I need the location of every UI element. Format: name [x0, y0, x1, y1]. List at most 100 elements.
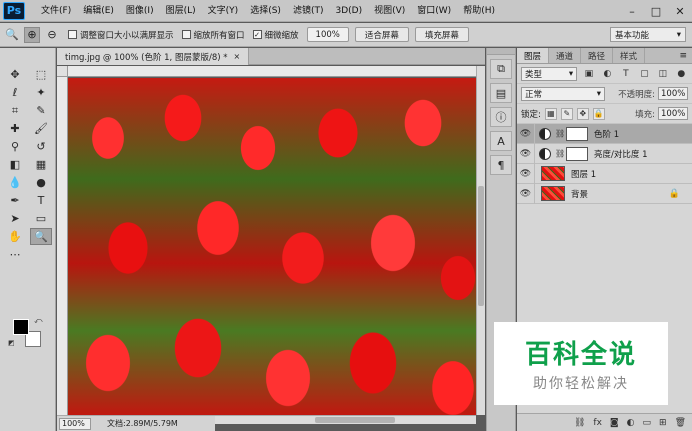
document-size-info[interactable]: 文档:2.89M/5.79M [107, 418, 178, 429]
layer-brightness-contrast-1[interactable]: 👁 ⛓ 亮度/对比度 1 [517, 143, 692, 164]
vertical-scrollbar[interactable] [476, 66, 485, 415]
menu-file[interactable]: 文件(F) [35, 0, 77, 22]
move-tool-icon[interactable]: ✥ [4, 66, 26, 83]
layer-levels-1[interactable]: 👁 ⛓ 色阶 1 [517, 123, 692, 144]
delete-layer-icon[interactable]: 🗑 [675, 418, 686, 428]
brush-tool-icon[interactable]: 🖌 [30, 120, 52, 137]
menu-image[interactable]: 图像(I) [120, 0, 160, 22]
horizontal-scroll-thumb[interactable] [315, 417, 395, 423]
marquee-tool-icon[interactable]: ⬚ [30, 66, 52, 83]
vertical-scroll-thumb[interactable] [478, 186, 484, 306]
zoom-out-icon[interactable]: ⊖ [44, 27, 60, 43]
menu-help[interactable]: 帮助(H) [457, 0, 501, 22]
tab-channels[interactable]: 通道 [549, 48, 582, 63]
foreground-color-swatch[interactable] [13, 319, 29, 335]
crop-tool-icon[interactable]: ⌗ [4, 102, 26, 119]
default-colors-icon[interactable]: ◩ [8, 339, 15, 347]
workspace-select[interactable]: 基本功能 ▾ [610, 27, 686, 42]
layer-filter-select[interactable]: 类型 ▾ [521, 66, 578, 81]
resize-windows-checkbox[interactable] [68, 30, 77, 39]
magic-wand-tool-icon[interactable]: ✦ [30, 84, 52, 101]
zoom-100-button[interactable]: 100% [306, 27, 349, 42]
zoom-tool-icon[interactable]: 🔍 [30, 228, 52, 245]
layer-mask-thumbnail[interactable] [566, 126, 588, 141]
layer-style-icon[interactable]: fx [593, 418, 602, 428]
visibility-eye-icon[interactable]: 👁 [517, 143, 535, 164]
menu-layer[interactable]: 图层(L) [160, 0, 202, 22]
visibility-eye-icon[interactable]: 👁 [517, 123, 535, 144]
visibility-eye-icon[interactable]: 👁 [517, 183, 535, 204]
path-selection-tool-icon[interactable]: ➤ [4, 210, 26, 227]
menu-edit[interactable]: 编辑(E) [77, 0, 120, 22]
tab-layers[interactable]: 图层 [517, 48, 550, 63]
eyedropper-tool-icon[interactable]: ✎ [30, 102, 52, 119]
fill-field[interactable]: 100% [658, 107, 688, 120]
zoom-in-icon[interactable]: ⊕ [24, 26, 40, 43]
type-tool-icon[interactable]: T [30, 192, 52, 209]
fill-screen-button[interactable]: 填充屏幕 [414, 27, 469, 42]
lock-position-icon[interactable]: ✥ [576, 107, 589, 120]
info-panel-icon[interactable]: ⓘ [490, 107, 512, 127]
hand-tool-icon[interactable]: ✋ [4, 228, 26, 245]
panel-grip[interactable] [487, 48, 515, 55]
blend-mode-select[interactable]: 正常 ▾ [521, 86, 605, 101]
horizontal-ruler[interactable] [68, 66, 476, 77]
zoom-tool-preset-icon[interactable]: 🔍 [4, 27, 20, 43]
new-layer-icon[interactable]: ⊞ [659, 418, 667, 428]
menu-3d[interactable]: 3D(D) [329, 0, 368, 22]
vertical-ruler[interactable] [57, 77, 68, 415]
pixel-filter-icon[interactable]: ▣ [582, 67, 595, 81]
gradient-tool-icon[interactable]: ▦ [30, 156, 52, 173]
zoom-all-checkbox[interactable] [181, 30, 191, 39]
filter-toggle-icon[interactable]: ● [675, 67, 688, 81]
visibility-eye-icon[interactable]: 👁 [517, 163, 535, 184]
more-tools-icon[interactable]: ⋯ [4, 246, 26, 263]
type-filter-icon[interactable]: T [619, 67, 632, 81]
new-adjustment-icon[interactable]: ◐ [627, 418, 635, 428]
dodge-tool-icon[interactable]: ● [30, 174, 52, 191]
menu-select[interactable]: 选择(S) [244, 0, 287, 22]
lock-all-icon[interactable]: 🔒 [592, 107, 605, 120]
clone-stamp-tool-icon[interactable]: ⚲ [4, 138, 26, 155]
menu-window[interactable]: 窗口(W) [411, 0, 457, 22]
layer-mask-thumbnail[interactable] [566, 146, 588, 161]
tab-paths[interactable]: 路径 [581, 48, 614, 63]
add-mask-icon[interactable]: ◙ [610, 418, 619, 428]
lasso-tool-icon[interactable]: ℓ [4, 84, 26, 101]
eraser-tool-icon[interactable]: ◧ [4, 156, 26, 173]
ruler-origin[interactable] [57, 66, 68, 77]
link-icon[interactable]: ⛓ [555, 129, 565, 138]
pen-tool-icon[interactable]: ✒ [4, 192, 26, 209]
history-panel-icon[interactable]: ⧉ [490, 59, 512, 79]
new-group-icon[interactable]: ▭ [643, 418, 652, 428]
panel-menu-icon[interactable]: ≡ [679, 48, 692, 63]
swap-colors-icon[interactable]: ⤺ [34, 316, 43, 326]
tulip-image-canvas[interactable] [68, 78, 476, 415]
layer-1[interactable]: 👁 图层 1 [517, 163, 692, 184]
menu-type[interactable]: 文字(Y) [202, 0, 245, 22]
blur-tool-icon[interactable]: 💧 [4, 174, 26, 191]
link-icon[interactable]: ⛓ [555, 149, 565, 158]
close-document-icon[interactable]: × [234, 52, 241, 61]
adjustment-filter-icon[interactable]: ◐ [601, 67, 614, 81]
menu-filter[interactable]: 滤镜(T) [287, 0, 330, 22]
scrubby-zoom-checkbox[interactable]: ✓ [252, 30, 262, 39]
zoom-level-field[interactable]: 100% [59, 417, 91, 430]
minimize-button[interactable]: – [620, 0, 644, 22]
paragraph-panel-icon[interactable]: ¶ [490, 155, 512, 175]
properties-panel-icon[interactable]: ▤ [490, 83, 512, 103]
close-button[interactable]: ✕ [668, 0, 692, 22]
lock-image-icon[interactable]: ✎ [560, 107, 573, 120]
shape-tool-icon[interactable]: ▭ [30, 210, 52, 227]
smart-object-filter-icon[interactable]: ◫ [656, 67, 669, 81]
maximize-button[interactable]: □ [644, 0, 668, 22]
shape-filter-icon[interactable]: ▢ [638, 67, 651, 81]
horizontal-scrollbar[interactable] [215, 415, 476, 424]
history-brush-tool-icon[interactable]: ↺ [30, 138, 52, 155]
document-tab[interactable]: timg.jpg @ 100% (色阶 1, 图层蒙版/8) * × [57, 48, 250, 65]
tab-styles[interactable]: 样式 [613, 48, 646, 63]
character-panel-icon[interactable]: A [490, 131, 512, 151]
healing-brush-tool-icon[interactable]: ✚ [4, 120, 26, 137]
lock-transparent-icon[interactable]: ▦ [544, 107, 557, 120]
fit-screen-button[interactable]: 适合屏幕 [354, 27, 409, 42]
